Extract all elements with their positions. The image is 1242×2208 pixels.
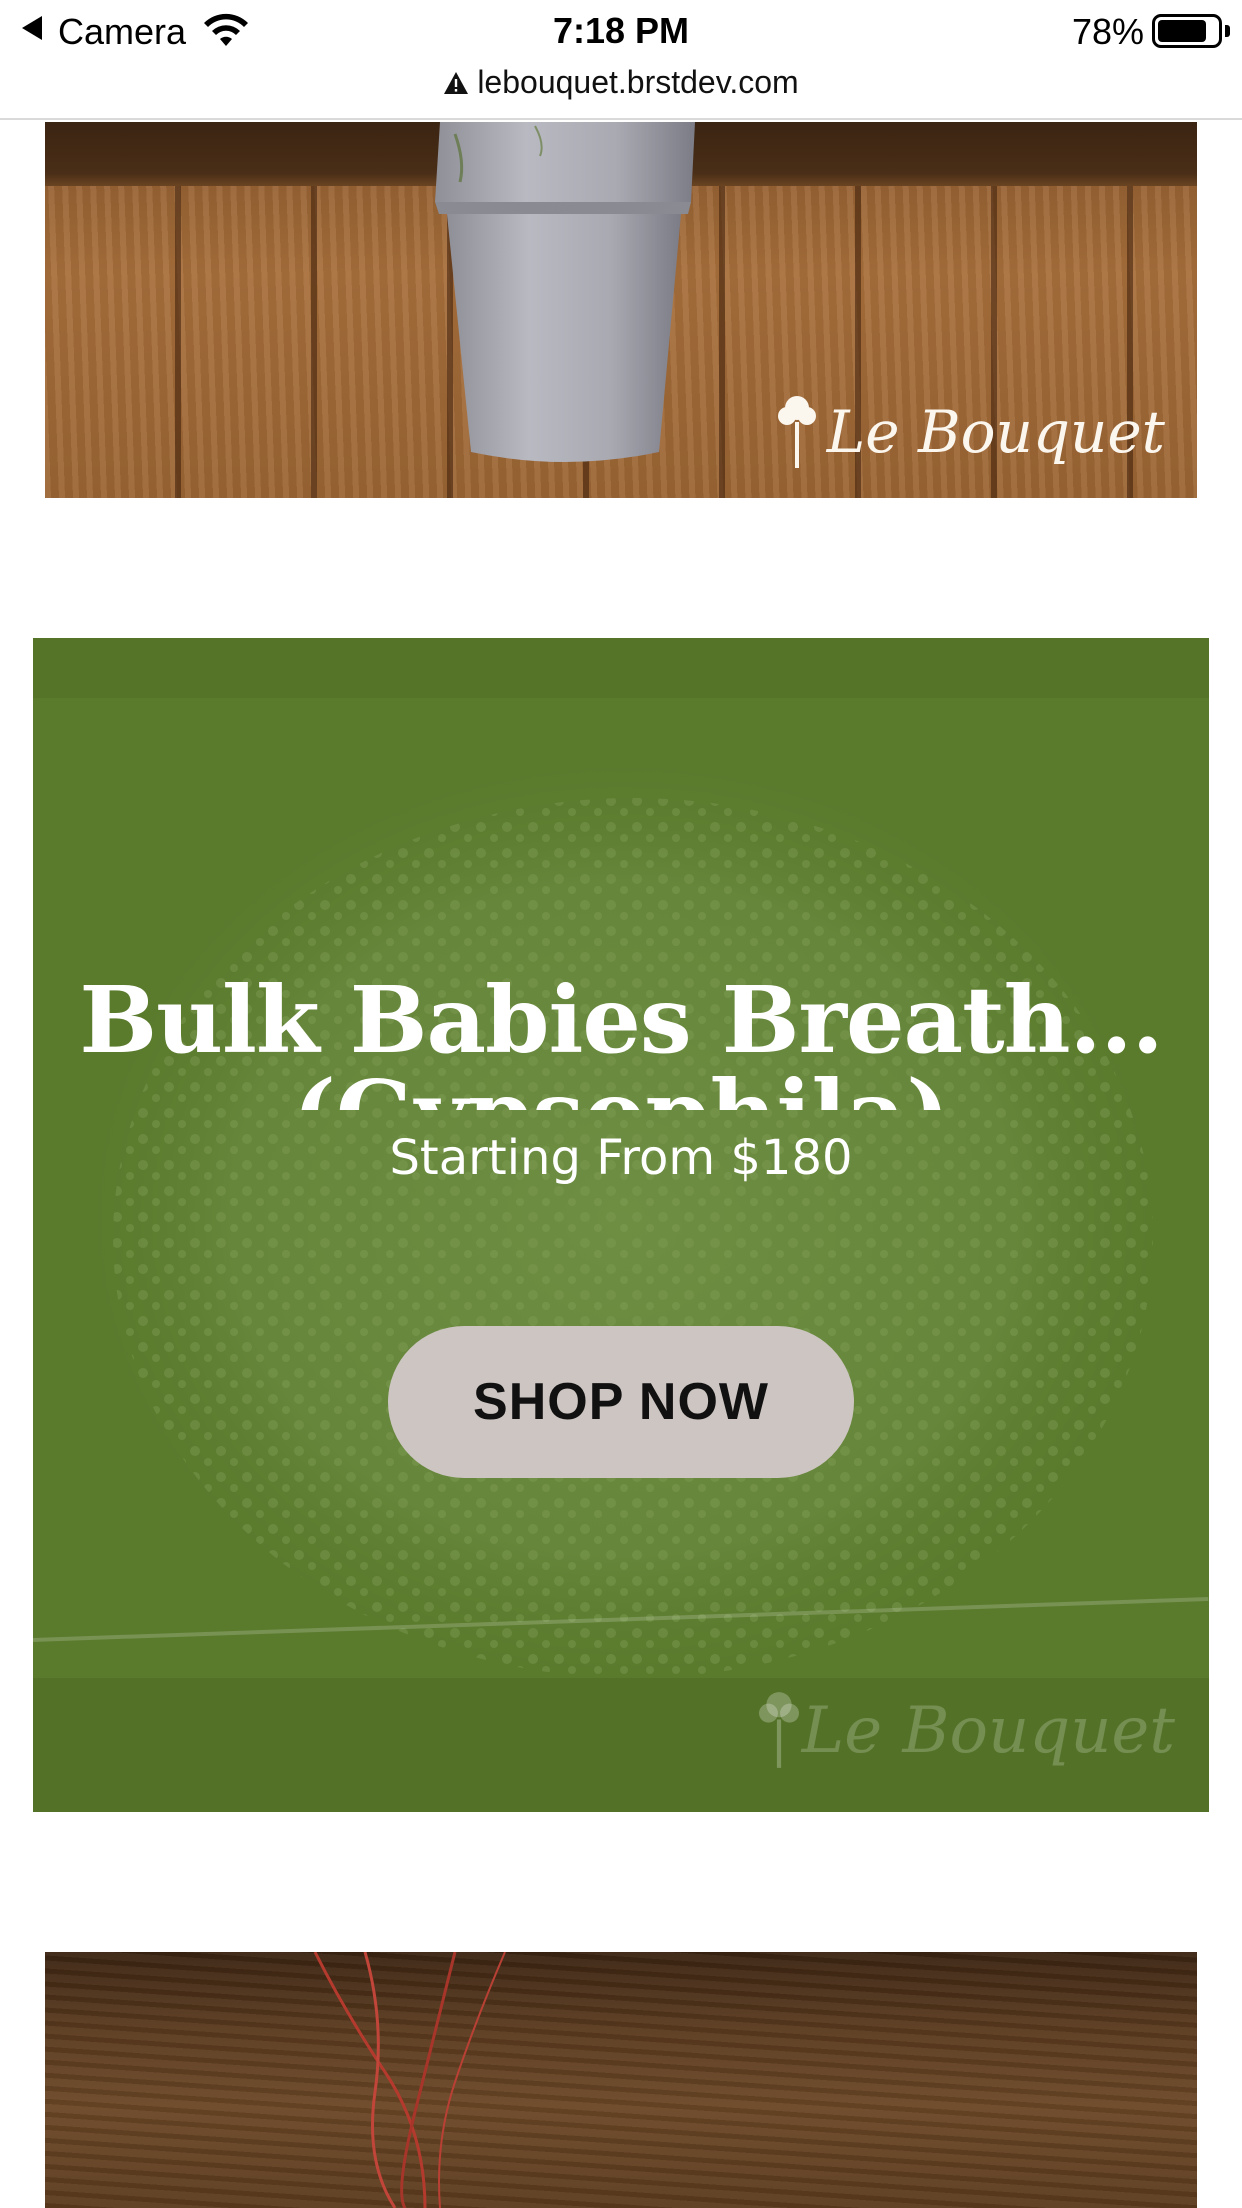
flower-logo-icon [778, 396, 816, 468]
product-image-clay-pot[interactable]: Le Bouquet [45, 122, 1197, 498]
promo-price: Starting From $180 [389, 1130, 853, 1186]
battery-icon [1152, 14, 1222, 48]
browser-address-bar[interactable]: lebouquet.brstdev.com [0, 58, 1242, 120]
warning-triangle-icon [444, 72, 469, 94]
red-stems-illustration [313, 1952, 506, 2208]
promo-title: Bulk Babies Breath... [79, 966, 1163, 1074]
battery-percentage: 78% [1071, 11, 1144, 52]
promo-banner-babies-breath[interactable]: Bulk Babies Breath... (Gypsophila) Start… [33, 638, 1209, 1812]
url-text[interactable]: lebouquet.brstdev.com [477, 64, 798, 100]
babies-breath-background [33, 638, 1209, 1812]
product-image-red-stems[interactable] [45, 1952, 1197, 2208]
shop-now-button[interactable]: SHOP NOW [388, 1326, 854, 1478]
status-bar: Camera 7:18 PM 78% [0, 0, 1242, 60]
clay-pot-illustration [435, 122, 695, 462]
promo-title-overflow: (Gypsophila) [33, 1068, 1209, 1110]
flower-logo-icon [759, 1692, 799, 1768]
clock: 7:18 PM [552, 10, 690, 51]
le-bouquet-watermark: Le Bouquet [755, 1676, 1175, 1786]
le-bouquet-watermark: Le Bouquet [775, 382, 1165, 482]
